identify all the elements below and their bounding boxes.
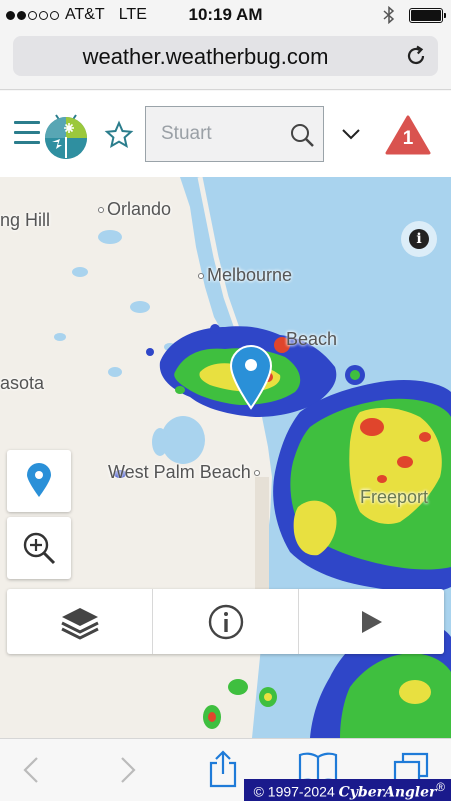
battery-icon bbox=[409, 7, 446, 23]
play-animation-button[interactable] bbox=[299, 589, 444, 654]
play-icon bbox=[361, 610, 382, 633]
layers-icon bbox=[60, 607, 99, 640]
zoom-in-icon bbox=[23, 532, 56, 565]
watermark-mark: ® bbox=[436, 781, 445, 794]
location-search bbox=[145, 106, 324, 162]
location-search-input[interactable] bbox=[146, 107, 286, 161]
city-label: asota bbox=[0, 373, 45, 393]
magnifier-icon[interactable] bbox=[289, 122, 315, 148]
address-bar[interactable]: weather.weatherbug.com bbox=[13, 36, 438, 76]
map-toolbar bbox=[7, 589, 444, 654]
browser-address-area: weather.weatherbug.com bbox=[0, 30, 451, 90]
city-name: West Palm Beach bbox=[108, 462, 251, 482]
city-label: Orlando bbox=[98, 199, 171, 220]
watermark: © 1997-2024 CyberAngler® bbox=[243, 779, 451, 801]
chevron-down-icon[interactable] bbox=[340, 123, 362, 145]
radar-map[interactable]: ng Hill Orlando Melbourne Beach asota We… bbox=[0, 177, 451, 738]
city-label: Melbourne bbox=[198, 265, 292, 286]
info-circle-icon bbox=[208, 604, 243, 639]
info-icon: i bbox=[409, 229, 429, 249]
city-label: Freeport bbox=[360, 487, 429, 507]
watermark-years: © 1997-2024 bbox=[253, 783, 335, 800]
hamburger-menu-icon[interactable] bbox=[14, 121, 40, 147]
favorite-star-icon[interactable] bbox=[104, 120, 134, 150]
layers-button[interactable] bbox=[7, 589, 153, 654]
zoom-in-button[interactable] bbox=[7, 517, 71, 579]
alert-count: 1 bbox=[402, 128, 414, 149]
city-label: Beach bbox=[286, 329, 338, 349]
weather-alert-button[interactable]: 1 bbox=[385, 115, 431, 155]
city-label: West Palm Beach bbox=[108, 462, 263, 483]
map-pin-icon[interactable] bbox=[229, 344, 273, 410]
back-chevron-icon[interactable] bbox=[20, 755, 42, 785]
legend-button[interactable] bbox=[153, 589, 299, 654]
map-info-button[interactable]: i bbox=[401, 221, 437, 257]
status-bar: AT&T LTE 10:19 AM bbox=[0, 0, 451, 30]
weatherbug-logo-icon[interactable] bbox=[40, 109, 92, 161]
forward-chevron-icon[interactable] bbox=[117, 755, 139, 785]
location-pin-icon bbox=[27, 463, 51, 497]
locate-me-button[interactable] bbox=[7, 450, 71, 512]
browser-bottom-toolbar: © 1997-2024 CyberAngler® bbox=[0, 738, 451, 801]
city-label: ng Hill bbox=[0, 210, 51, 230]
bluetooth-icon bbox=[383, 6, 395, 24]
app-header: 1 bbox=[0, 91, 451, 177]
city-name: Orlando bbox=[107, 199, 172, 219]
share-icon[interactable] bbox=[206, 749, 240, 789]
url-text: weather.weatherbug.com bbox=[82, 44, 329, 69]
reload-icon[interactable] bbox=[404, 44, 428, 68]
city-name: Melbourne bbox=[207, 265, 293, 285]
watermark-brand: CyberAngler bbox=[338, 784, 437, 801]
